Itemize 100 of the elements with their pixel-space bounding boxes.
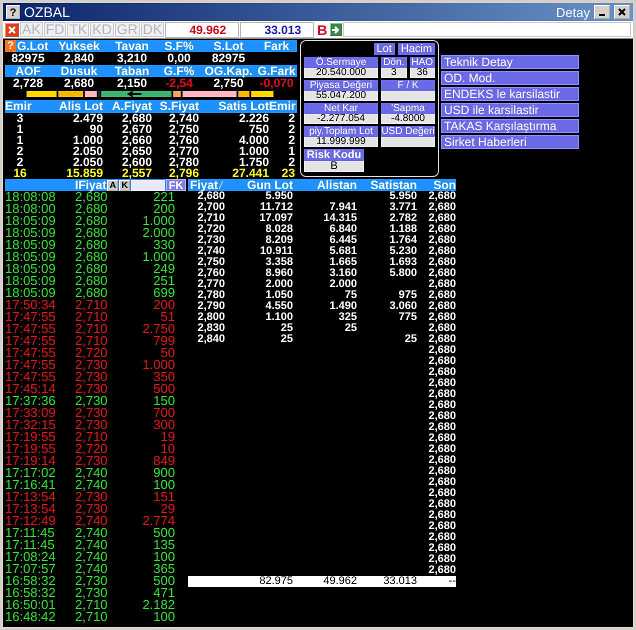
table-cell-text: 699 (152, 287, 175, 299)
table-cell-text: 17:16:41 (5, 479, 57, 491)
table-cell-text: 17:47:55 (5, 359, 57, 371)
table-cell-text: 2,730 (75, 359, 109, 371)
table-cell-text: 2,710 (75, 299, 109, 311)
table-cell-text: 2,730 (75, 419, 109, 431)
table-cell-text: 50 (160, 347, 175, 359)
table-cell-text: 17:33:09 (5, 407, 57, 419)
table-cell-text: 17:45:14 (5, 383, 57, 395)
table-cell-text: 8.209 (264, 235, 293, 246)
table-cell-text: 2,680 (427, 466, 456, 477)
table-cell-text: 17:37:36 (5, 395, 57, 407)
input-field[interactable] (131, 180, 166, 190)
column-header[interactable]: Fiyat (190, 179, 218, 191)
table-cell-text: 2,710 (75, 335, 109, 347)
table-cell-text: 3.060 (388, 301, 417, 312)
table-cell-text: 330 (153, 239, 175, 251)
table-cell-text: 2,680 (75, 203, 109, 215)
table-cell-text: 135 (152, 539, 175, 551)
column-header: S.Fiyat (158, 100, 199, 113)
table-cell-text: 2,710 (75, 431, 109, 443)
column-header: G.Lot (17, 40, 48, 52)
table-cell-text: 2,680 (427, 213, 456, 224)
table-cell-text: 17:47:55 (5, 323, 57, 335)
table-cell-text: 6.445 (328, 235, 357, 246)
column-header[interactable]: Satistan (357, 179, 417, 191)
table-cell-text: 1.050 (264, 290, 293, 301)
table-cell-text: 1.000 (141, 359, 175, 371)
help-button[interactable]: ? (6, 5, 20, 19)
table-cell-text: 2,680 (427, 356, 456, 367)
table-cell-text: 1.000 (141, 251, 175, 263)
field-label: Dön. (381, 57, 406, 68)
column-header[interactable]: Alistan (293, 179, 357, 191)
table-cell-text: 2,710 (196, 213, 225, 224)
action-button[interactable]: Sirket Haberleri (441, 135, 579, 149)
column-header[interactable]: Son (417, 179, 456, 191)
table-cell-text: -- (448, 576, 456, 587)
table-cell-text: 2,710 (75, 323, 109, 335)
table-cell-text: 300 (152, 419, 175, 431)
table-cell-text: 2 (16, 157, 24, 168)
table-cell-text: 2,720 (75, 347, 109, 359)
table-cell-text: 2,680 (427, 510, 456, 521)
table-cell-text: 2,680 (427, 554, 456, 565)
field-label: HAO (410, 57, 435, 68)
table-cell-text: 1.665 (328, 257, 357, 268)
table-cell-text: 90 (90, 124, 103, 135)
action-button[interactable]: OD. Mod. (441, 71, 579, 85)
table-cell-text: 29 (160, 503, 175, 515)
table-cell-text: 2.774 (141, 515, 175, 527)
table-cell-text: 2 (287, 124, 295, 135)
table-cell-text: 1.764 (388, 235, 417, 246)
table-cell-text: 18:05:09 (5, 275, 57, 287)
action-button[interactable]: Teknik Detay (441, 55, 579, 69)
table-cell-text: 2,796 (168, 168, 199, 179)
table-cell-text: 2,680 (427, 290, 456, 301)
go-button[interactable] (330, 23, 342, 36)
minimize-button[interactable] (594, 5, 610, 19)
table-cell-text: 51 (160, 311, 175, 323)
table-cell-text: 975 (398, 290, 417, 301)
toggle-button[interactable]: K (119, 180, 130, 190)
table-cell-text: 1.693 (388, 257, 417, 268)
column-header[interactable]: Gun Lot (225, 179, 293, 191)
toggle-button[interactable]: A (107, 180, 118, 190)
table-cell-text: 23 (280, 168, 295, 179)
table-cell-text: 2,730 (75, 491, 109, 503)
table-cell-text: 2,720 (75, 443, 109, 455)
table-cell-text: 17:19:55 (5, 431, 57, 443)
field-value: 55.047.200 (304, 91, 378, 101)
mode-button[interactable]: B (315, 22, 330, 37)
field-value: 36 (410, 68, 435, 78)
filter-button[interactable]: FK (166, 179, 186, 191)
table-cell-text: 2,780 (196, 290, 225, 301)
table-cell-text: 17:50:34 (5, 299, 57, 311)
table-cell-text: 1.490 (328, 301, 357, 312)
help-button[interactable]: ? (5, 40, 16, 52)
action-button[interactable]: TAKAS Karşılaştırma (441, 119, 579, 133)
table-cell-text: 2,680 (427, 389, 456, 400)
table-cell-text: 2 (287, 113, 295, 124)
column-header: Taban (114, 65, 150, 77)
table-cell-text: 2,740 (75, 479, 109, 491)
table-cell-text: 2,780 (168, 157, 199, 168)
unit-button[interactable]: Hacim (398, 43, 435, 55)
table-cell-text: 2,680 (427, 488, 456, 499)
table-cell-text: 2,680 (427, 257, 456, 268)
column-header: S.F% (163, 40, 195, 52)
table-cell-text: 1.100 (264, 312, 293, 323)
table-cell-text: 16:48:42 (5, 611, 57, 623)
table-cell-text: 2,680 (427, 455, 456, 466)
action-button[interactable]: USD ile karsilastir (441, 103, 579, 117)
table-cell-text: 151 (152, 491, 175, 503)
table-cell-text: 1.188 (388, 224, 417, 235)
column-header: Dusuk (60, 65, 98, 77)
input-field[interactable] (343, 22, 631, 37)
table-cell-text: 2,670 (120, 124, 152, 135)
action-button[interactable]: ENDEKS le karsilastir (441, 87, 579, 101)
column-header: Emir (269, 100, 295, 113)
unit-button[interactable]: Lot (374, 43, 395, 55)
table-cell-text: 1 (287, 146, 295, 157)
table-cell-text: 2.050 (72, 157, 103, 168)
table-cell-text: 2,740 (75, 527, 109, 539)
